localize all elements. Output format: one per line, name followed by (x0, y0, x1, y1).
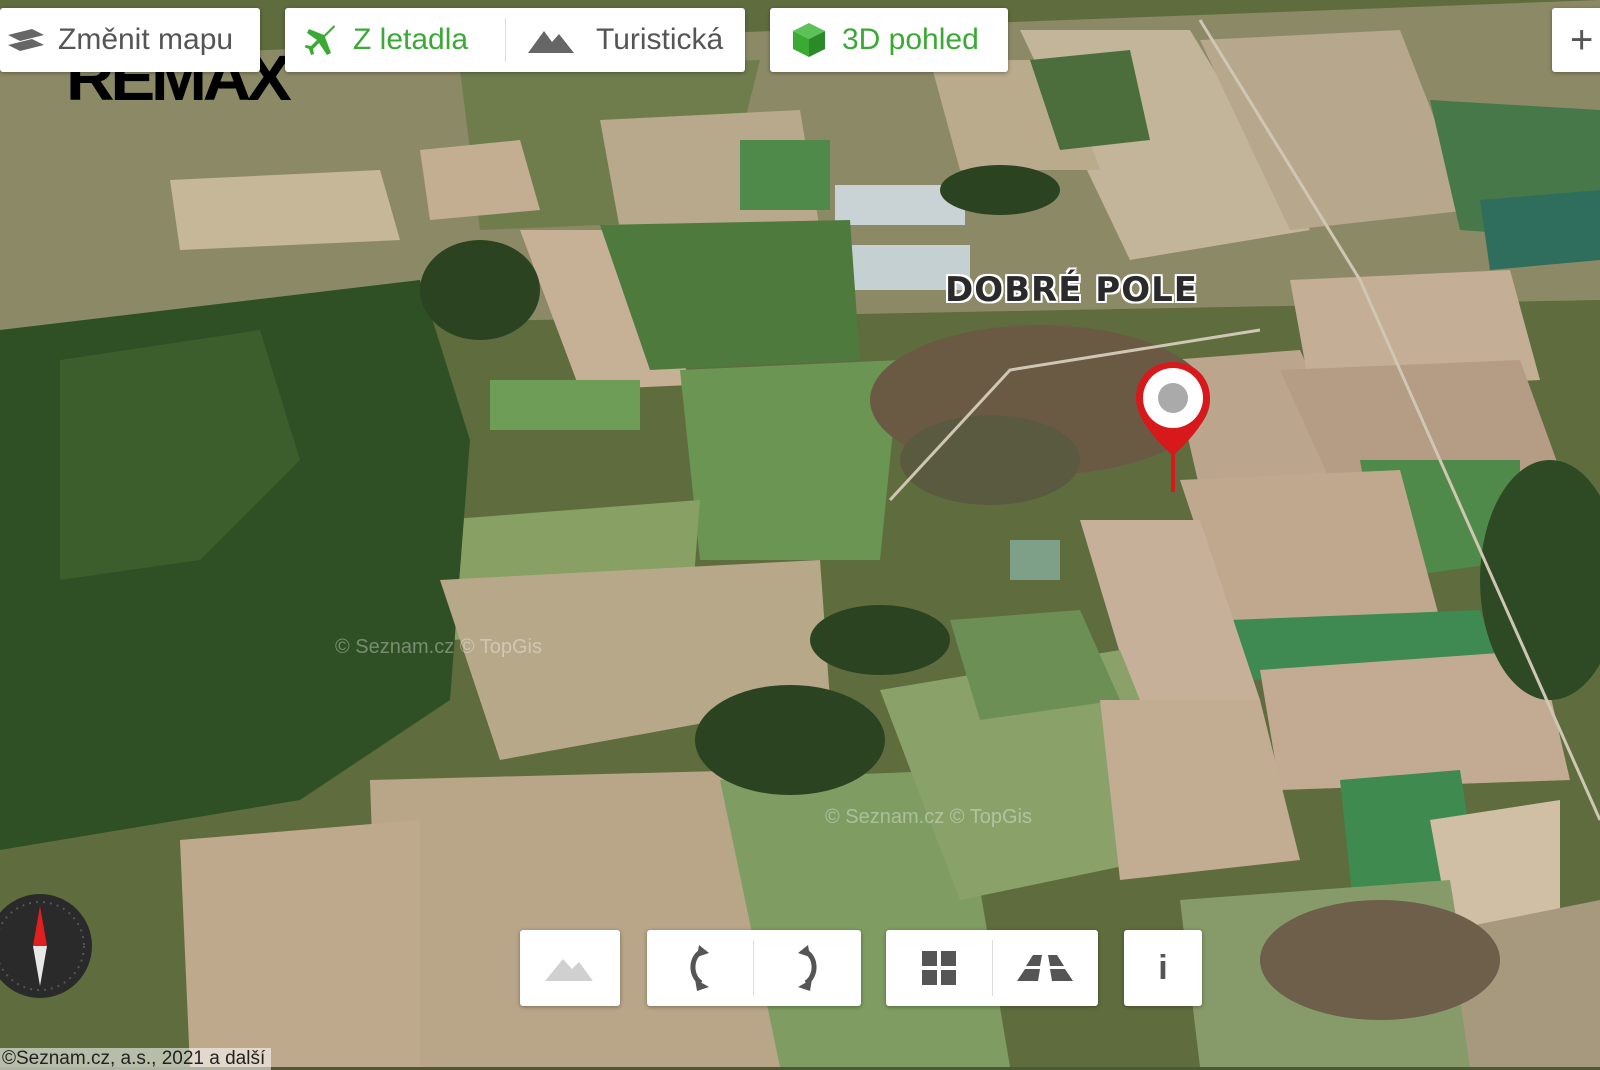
zoom-in-button[interactable]: + (1552, 8, 1600, 72)
grid-icon (922, 951, 956, 985)
place-label: DOBRÉ POLE (945, 270, 1198, 310)
map-type-group: Z letadla Turistická (285, 8, 745, 72)
cube-icon (793, 23, 825, 57)
perspective-button[interactable] (993, 930, 1097, 1006)
view-group (886, 930, 1098, 1006)
zoom-in-label: + (1570, 17, 1594, 62)
rotate-right-button[interactable] (754, 930, 860, 1006)
rotate-group (647, 930, 861, 1006)
info-icon: i (1158, 948, 1168, 987)
airplane-icon (305, 25, 335, 55)
change-map-label: Změnit mapu (58, 23, 234, 56)
map-watermark: © Seznam.cz © TopGis (335, 636, 542, 658)
change-map-button[interactable]: Změnit mapu (0, 8, 260, 72)
perspective-icon (1017, 955, 1073, 981)
terrain-button[interactable] (520, 930, 620, 1006)
tourist-button[interactable]: Turistická (506, 8, 723, 72)
tourist-label: Turistická (596, 23, 724, 56)
aerial-button[interactable]: Z letadla (285, 8, 505, 72)
compass-icon[interactable] (0, 890, 102, 1002)
map-watermark: © Seznam.cz © TopGis (825, 806, 1032, 828)
rotate-left-button[interactable] (647, 930, 753, 1006)
location-marker-icon[interactable] (1133, 360, 1213, 500)
rotate-left-icon (690, 945, 709, 991)
rotate-right-icon (798, 945, 817, 991)
grid-view-button[interactable] (886, 930, 992, 1006)
aerial-map[interactable] (0, 0, 1600, 1067)
mountains-icon (528, 31, 574, 53)
terrain-icon (545, 959, 593, 981)
layers-icon (8, 29, 44, 51)
aerial-label: Z letadla (353, 23, 469, 56)
view-3d-button[interactable]: 3D pohled (770, 8, 1008, 72)
info-button[interactable]: i (1124, 930, 1202, 1006)
view-3d-label: 3D pohled (842, 23, 979, 56)
